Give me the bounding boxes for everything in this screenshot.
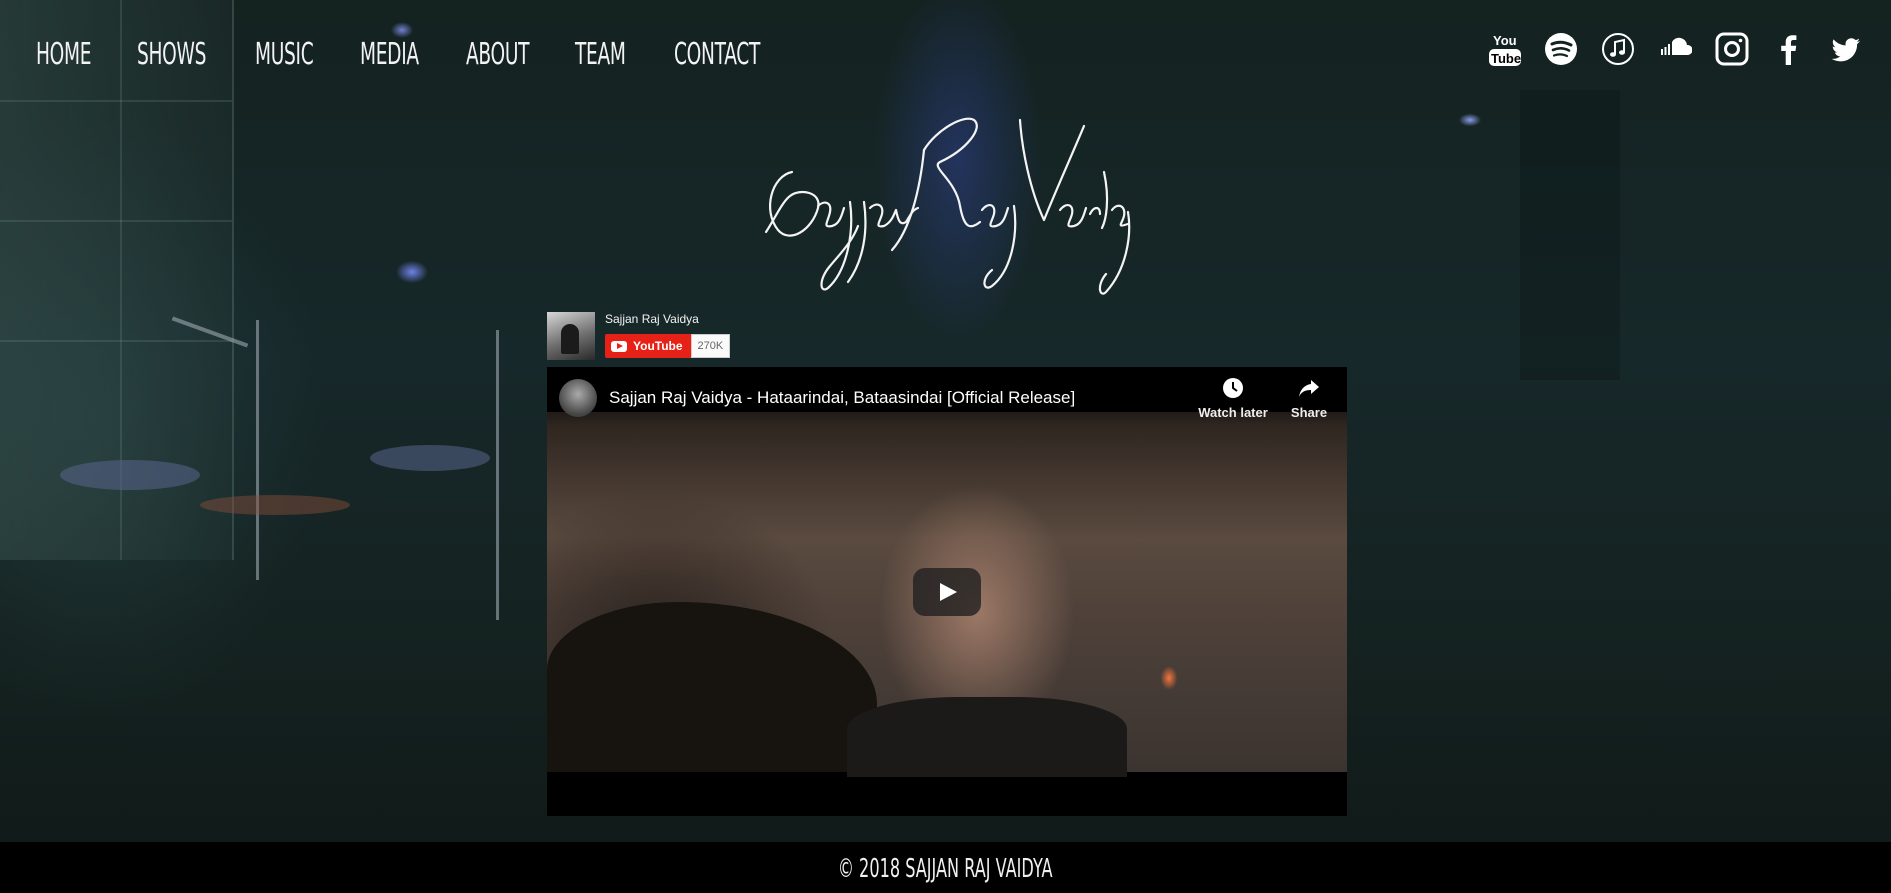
youtube-channel-widget: Sajjan Raj Vaidya YouTube 270K [547, 312, 731, 362]
share-icon [1299, 380, 1319, 397]
page: HOME SHOWS MUSIC MEDIA ABOUT TEAM CONTAC… [0, 0, 1891, 893]
svg-text:Tube: Tube [1491, 51, 1521, 66]
background-detail [1520, 90, 1620, 380]
soundcloud-icon[interactable] [1658, 29, 1715, 69]
nav-item-label[interactable]: HOME [36, 37, 91, 72]
subscriber-count: 270K [690, 334, 731, 358]
nav-item-music[interactable]: MUSIC [255, 30, 360, 78]
svg-text:You: You [1493, 33, 1517, 48]
video-scene-detail [547, 602, 877, 772]
channel-info: Sajjan Raj Vaidya YouTube 270K [605, 312, 731, 362]
nav-item-team[interactable]: TEAM [575, 30, 674, 78]
play-button[interactable] [913, 568, 981, 616]
main-nav: HOME SHOWS MUSIC MEDIA ABOUT TEAM CONTAC… [36, 30, 764, 78]
video-scene-detail [847, 697, 1127, 777]
clock-icon [1223, 378, 1243, 398]
footer: © 2018 SAJJAN RAJ VAIDYA [0, 842, 1891, 893]
nav-item-shows[interactable]: SHOWS [137, 30, 255, 78]
nav-item-label[interactable]: ABOUT [466, 37, 530, 72]
spotify-icon[interactable] [1544, 29, 1601, 69]
nav-item-label[interactable]: MEDIA [360, 37, 419, 72]
youtube-play-icon [611, 340, 627, 352]
youtube-video-player[interactable]: Sajjan Raj Vaidya - Hataarindai, Bataasi… [547, 367, 1347, 816]
channel-avatar[interactable] [559, 379, 597, 417]
video-title[interactable]: Sajjan Raj Vaidya - Hataarindai, Bataasi… [609, 388, 1075, 408]
share-label: Share [1290, 405, 1328, 420]
youtube-icon[interactable]: You Tube [1487, 29, 1544, 69]
nav-item-media[interactable]: MEDIA [360, 30, 466, 78]
facebook-icon[interactable] [1772, 29, 1829, 69]
background-detail [496, 330, 499, 620]
nav-item-label[interactable]: MUSIC [255, 37, 314, 72]
watch-later-label: Watch later [1198, 405, 1268, 420]
background-detail [0, 340, 232, 342]
background-detail [256, 320, 259, 580]
nav-item-label[interactable]: TEAM [575, 37, 626, 72]
channel-name[interactable]: Sajjan Raj Vaidya [605, 312, 730, 326]
footer-copyright: © 2018 SAJJAN RAJ VAIDYA [0, 854, 1891, 884]
artist-signature-logo [760, 110, 1140, 300]
background-detail [0, 100, 232, 102]
itunes-icon[interactable] [1601, 29, 1658, 69]
channel-thumbnail[interactable] [547, 312, 595, 360]
youtube-subscribe-label: YouTube [633, 339, 683, 353]
youtube-subscribe: YouTube 270K [605, 334, 731, 358]
youtube-subscribe-button[interactable]: YouTube [605, 334, 691, 358]
background-detail [0, 220, 232, 222]
nav-item-label[interactable]: CONTACT [674, 37, 760, 72]
footer-copyright-text: © 2018 SAJJAN RAJ VAIDYA [838, 854, 1053, 884]
background-detail [370, 445, 490, 471]
nav-item-label[interactable]: SHOWS [137, 37, 206, 72]
nav-item-contact[interactable]: CONTACT [674, 30, 764, 78]
watch-later-button[interactable]: Watch later [1193, 377, 1273, 420]
share-button[interactable]: Share [1269, 377, 1347, 420]
background-detail [60, 460, 200, 490]
social-links: You Tube [1487, 29, 1886, 69]
background-detail [200, 495, 350, 515]
nav-item-home[interactable]: HOME [36, 30, 137, 78]
nav-item-about[interactable]: ABOUT [466, 30, 575, 78]
instagram-icon[interactable] [1715, 29, 1772, 69]
twitter-icon[interactable] [1829, 29, 1886, 69]
